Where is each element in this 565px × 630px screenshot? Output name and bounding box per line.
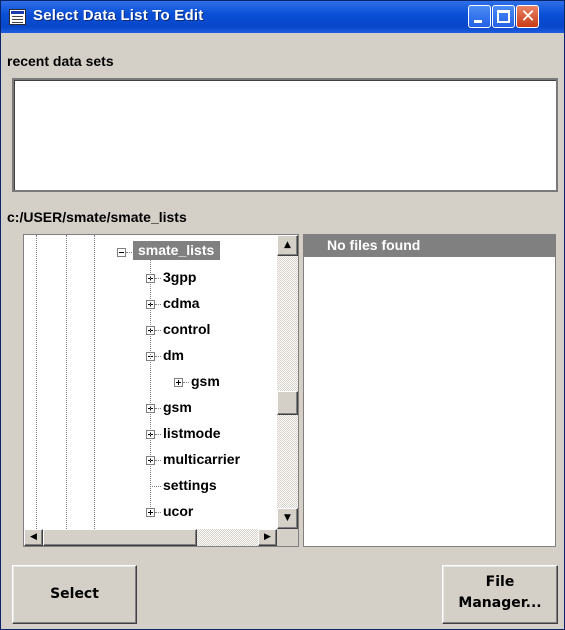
file-manager-label: File Manager... <box>458 574 542 611</box>
tree-guide-line <box>150 249 151 507</box>
tree-item-label: dm <box>163 347 184 363</box>
tree-connector <box>150 486 161 487</box>
scroll-up-button[interactable]: ▲ <box>277 235 298 256</box>
directory-tree[interactable]: smate_lists 3gpp cdma control dm gsm gsm… <box>23 234 299 547</box>
tree-item-gsm[interactable]: gsm <box>146 397 276 419</box>
tree-guide-line <box>66 235 67 531</box>
tree-item-listmode[interactable]: listmode <box>146 423 276 445</box>
maximize-button[interactable] <box>492 5 515 28</box>
tree-item-label: cdma <box>163 295 200 311</box>
scroll-right-button[interactable]: ▶ <box>258 529 277 546</box>
app-window-icon <box>9 9 26 25</box>
select-button[interactable]: Select <box>12 565 137 624</box>
arrow-left-icon: ◀ <box>30 532 37 542</box>
recent-data-sets-list[interactable] <box>12 78 558 192</box>
tree-item-label: 3gpp <box>163 269 197 285</box>
scroll-down-button[interactable]: ▼ <box>277 508 298 529</box>
tree-item-smate-lists[interactable]: smate_lists <box>116 241 276 263</box>
tree-item-dm-gsm[interactable]: gsm <box>174 371 276 393</box>
minimize-icon <box>474 20 482 23</box>
tree-item-control[interactable]: control <box>146 319 276 341</box>
tree-item-3gpp[interactable]: 3gpp <box>146 267 276 289</box>
tree-item-label: listmode <box>163 425 221 441</box>
close-button[interactable]: ✕ <box>516 5 539 28</box>
collapse-icon[interactable] <box>117 248 126 257</box>
arrow-down-icon: ▼ <box>284 513 291 523</box>
tree-guide-line <box>94 235 95 531</box>
tree-vertical-scrollbar[interactable]: ▲ ▼ <box>277 235 298 529</box>
tree-connector <box>155 330 161 331</box>
current-path-label: c:/USER/smate/smate_lists <box>7 209 187 225</box>
tree-item-label: smate_lists <box>133 241 221 260</box>
tree-connector <box>155 434 161 435</box>
tree-horizontal-scrollbar[interactable]: ◀ ▶ <box>24 529 277 546</box>
tree-connector <box>155 512 161 513</box>
tree-connector <box>126 252 132 253</box>
horizontal-scroll-thumb[interactable] <box>43 529 197 546</box>
tree-item-dm[interactable]: dm <box>146 345 276 367</box>
tree-item-label: multicarrier <box>163 451 241 467</box>
file-manager-button[interactable]: File Manager... <box>442 565 558 624</box>
tree-guide-line <box>36 235 37 531</box>
tree-item-multicarrier[interactable]: multicarrier <box>146 449 277 471</box>
arrow-right-icon: ▶ <box>264 532 271 542</box>
minimize-button[interactable] <box>468 5 491 28</box>
tree-item-label: ucor <box>163 503 194 519</box>
recent-data-sets-label: recent data sets <box>7 53 114 69</box>
tree-connector <box>155 408 161 409</box>
tree-connector <box>155 278 161 279</box>
vertical-scroll-thumb[interactable] <box>277 391 298 415</box>
select-data-list-dialog: Select Data List To Edit ✕ recent data s… <box>0 0 565 630</box>
title-bar[interactable]: Select Data List To Edit ✕ <box>1 1 564 33</box>
tree-item-ucor[interactable]: ucor <box>146 501 276 523</box>
tree-connector <box>155 356 161 357</box>
maximize-icon <box>497 10 510 23</box>
tree-item-settings[interactable]: settings <box>146 475 276 497</box>
expand-icon[interactable] <box>146 508 155 517</box>
expand-icon[interactable] <box>174 378 183 387</box>
tree-connector <box>155 304 161 305</box>
arrow-up-icon: ▲ <box>284 240 291 250</box>
scrollbar-corner <box>277 529 298 546</box>
tree-item-label: settings <box>163 477 217 493</box>
file-list[interactable]: No files found <box>303 234 556 547</box>
close-icon: ✕ <box>520 6 536 27</box>
tree-item-cdma[interactable]: cdma <box>146 293 276 315</box>
file-list-header: No files found <box>304 235 555 257</box>
tree-item-label: control <box>163 321 211 337</box>
scroll-left-button[interactable]: ◀ <box>24 529 43 546</box>
no-files-message: No files found <box>327 237 421 253</box>
tree-item-label: gsm <box>163 399 192 415</box>
tree-connector <box>183 382 189 383</box>
window-title: Select Data List To Edit <box>33 7 204 24</box>
tree-connector <box>155 460 161 461</box>
tree-item-label: gsm <box>191 373 220 389</box>
